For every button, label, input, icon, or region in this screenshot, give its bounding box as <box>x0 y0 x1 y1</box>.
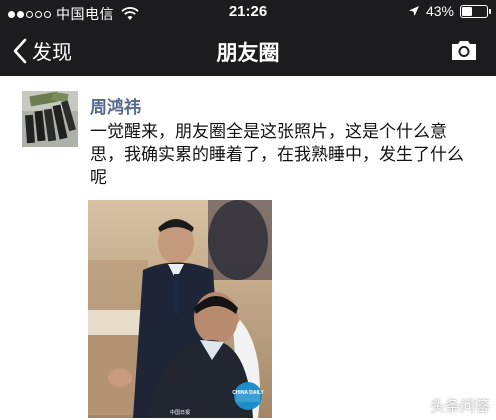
photo-caption: 中国日报 <box>170 409 190 416</box>
moments-post: 周鸿祎 一觉醒来，朋友圈全是这张照片，这是个什么意思，我确实累的睡着了，在我熟睡… <box>0 76 496 420</box>
status-right: 43% <box>408 3 491 19</box>
photo-image: CHINA DAILY 中国日报 <box>88 200 272 418</box>
watermark-text: 头条问答 <box>429 398 490 415</box>
post-text: 一觉醒来，朋友圈全是这张照片，这是个什么意思，我确实累的睡着了，在我熟睡中，发生… <box>90 122 464 187</box>
nav-bar: 发现 朋友圈 <box>0 24 496 76</box>
battery-icon <box>460 4 491 18</box>
post-author[interactable]: 周鸿祎 <box>90 93 141 118</box>
photo-badge: CHINA DAILY <box>232 390 264 396</box>
toutiao-logo-icon <box>409 397 426 414</box>
avatar-image <box>22 91 78 147</box>
status-bar: 中国电信 21:26 43% <box>0 0 496 24</box>
battery-percent: 43% <box>425 3 454 19</box>
camera-icon[interactable] <box>450 38 478 62</box>
watermark: 头条问答 <box>409 395 490 416</box>
page-title: 朋友圈 <box>216 42 280 65</box>
avatar[interactable] <box>22 91 78 147</box>
location-arrow-icon <box>408 6 419 16</box>
battery-level <box>462 6 473 16</box>
post-photo[interactable]: CHINA DAILY 中国日报 <box>88 200 272 418</box>
